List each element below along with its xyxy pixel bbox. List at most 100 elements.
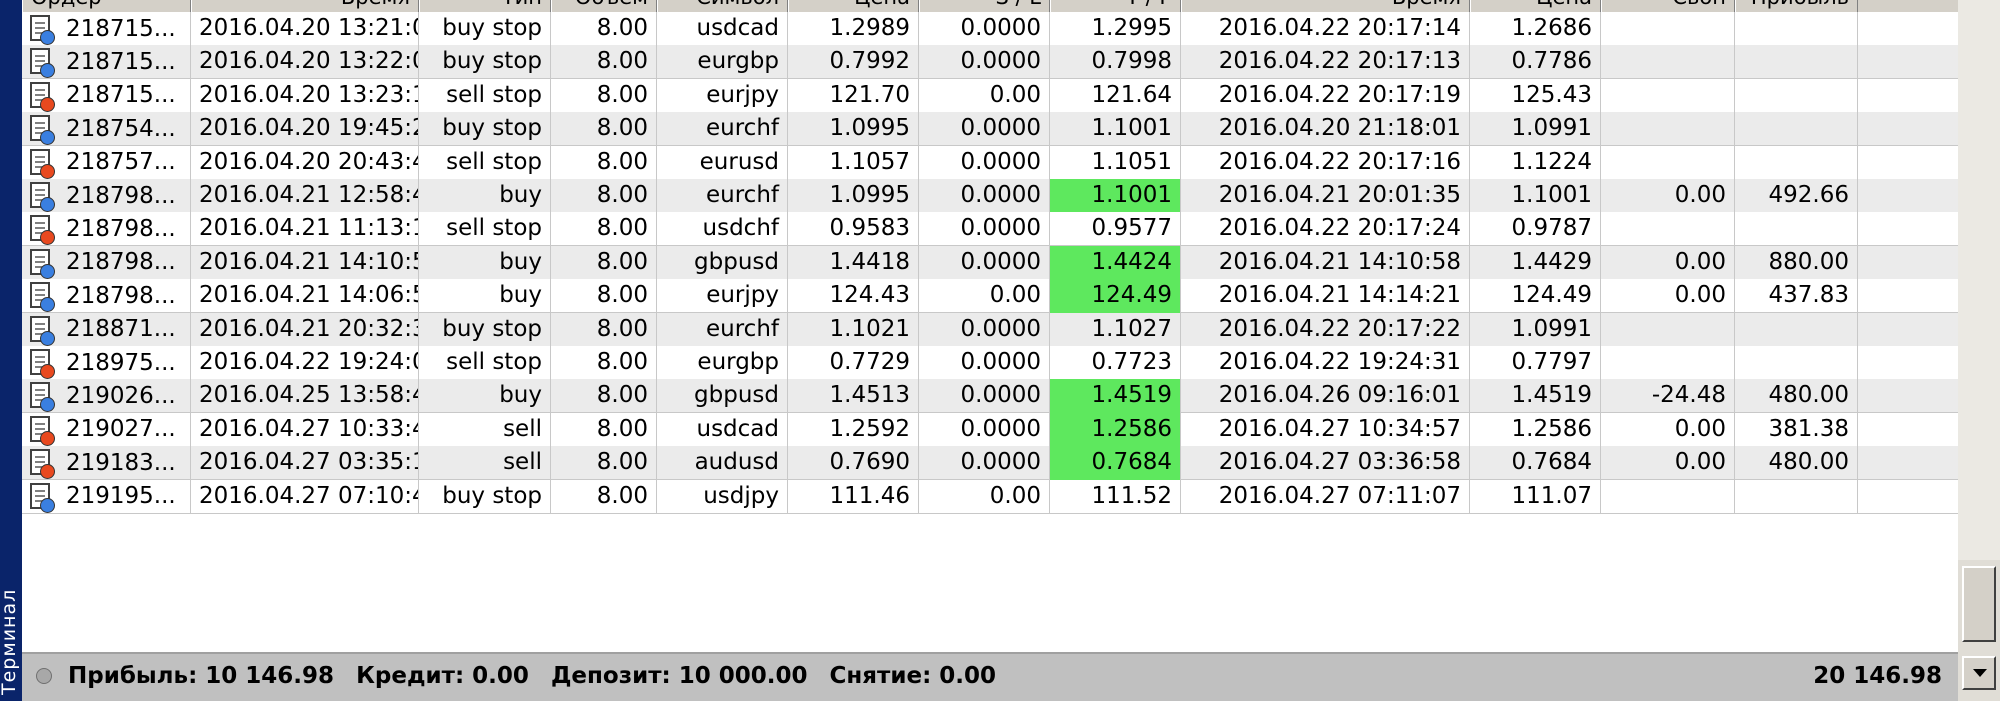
cell-open-time: 2016.04.20 20:43:46 (191, 145, 419, 180)
cell-close-price: 125.43 (1470, 78, 1601, 113)
table-row[interactable]: 219027... 2016.04.27 10:33:49 sell 8.00 usdc… (22, 412, 1958, 447)
cell-profit (1735, 212, 1858, 247)
cell-open-time: 2016.04.27 07:10:46 (191, 479, 419, 514)
cell-type: buy stop (419, 479, 551, 514)
cell-sl: 0.00 (919, 78, 1050, 113)
scroll-down-button[interactable] (1962, 656, 1996, 690)
scrollbar-thumb[interactable] (1962, 566, 1996, 642)
cell-order: 218715... (22, 12, 191, 46)
table-row[interactable]: 218754... 2016.04.20 19:45:26 buy stop 8.00… (22, 112, 1958, 147)
table-row[interactable]: 218757... 2016.04.20 20:43:46 sell stop 8.0… (22, 145, 1958, 180)
cell-swap: 0.00 (1601, 412, 1735, 447)
table-row[interactable]: 218975... 2016.04.22 19:24:03 sell stop 8.0… (22, 346, 1958, 380)
cell-symbol: audusd (657, 446, 788, 481)
cell-sl: 0.0000 (919, 312, 1050, 347)
cell-type: buy stop (419, 112, 551, 147)
cell-symbol: eurchf (657, 112, 788, 147)
cell-price: 1.4513 (788, 379, 919, 414)
cell-open-time: 2016.04.27 10:33:49 (191, 412, 419, 447)
column-header-profit[interactable]: Прибыль (1735, 0, 1858, 12)
order-sell-icon (28, 81, 56, 112)
cell-volume: 8.00 (551, 412, 657, 447)
terminal-side-tab-label: Терминал (0, 588, 20, 695)
summary-profit: Прибыль: 10 146.98 (68, 663, 335, 689)
cell-profit: 480.00 (1735, 446, 1858, 481)
cell-close-time: 2016.04.22 20:17:16 (1181, 145, 1470, 180)
table-row[interactable]: 218798... 2016.04.21 14:06:59 buy 8.00 eurjp… (22, 279, 1958, 314)
cell-order: 219027... (22, 412, 191, 447)
cell-symbol: eurjpy (657, 78, 788, 113)
cell-price: 1.4418 (788, 245, 919, 280)
cell-volume: 8.00 (551, 212, 657, 247)
cell-tp: 111.52 (1050, 479, 1181, 514)
cell-volume: 8.00 (551, 145, 657, 180)
cell-profit (1735, 346, 1858, 380)
cell-close-price: 124.49 (1470, 279, 1601, 314)
cell-type: buy (419, 379, 551, 414)
column-header-order[interactable]: Ордер (22, 0, 191, 12)
cell-open-time: 2016.04.22 19:24:03 (191, 346, 419, 380)
summary-withdrawal: Снятие: 0.00 (829, 663, 997, 689)
order-buy-icon (28, 248, 56, 279)
cell-swap (1601, 312, 1735, 347)
order-buy-icon (28, 114, 56, 146)
column-header-close-price[interactable]: Цена (1470, 0, 1601, 12)
table-row[interactable]: 218715... 2016.04.20 13:21:04 buy stop 8.00… (22, 12, 1958, 46)
cell-order: 218715... (22, 78, 191, 113)
order-number: 218798... (66, 215, 176, 242)
cell-profit (1735, 78, 1858, 113)
column-header-open-time[interactable]: Время (191, 0, 419, 12)
column-header-tp[interactable]: T / P (1050, 0, 1181, 12)
cell-type: buy stop (419, 312, 551, 347)
cell-sl: 0.0000 (919, 245, 1050, 280)
column-header-sl[interactable]: S / L (919, 0, 1050, 12)
column-header-volume[interactable]: Объём (551, 0, 657, 12)
cell-tp: 1.4519 (1050, 379, 1181, 414)
cell-open-time: 2016.04.21 11:13:13 (191, 212, 419, 247)
table-row[interactable]: 219183... 2016.04.27 03:35:15 sell 8.00 audu… (22, 446, 1958, 481)
order-number: 218975... (66, 349, 176, 376)
cell-volume: 8.00 (551, 446, 657, 481)
cell-type: buy stop (419, 45, 551, 80)
cell-price: 124.43 (788, 279, 919, 314)
cell-order: 218715... (22, 45, 191, 80)
cell-volume: 8.00 (551, 112, 657, 147)
column-header-swap[interactable]: Своп (1601, 0, 1735, 12)
cell-price: 1.1057 (788, 145, 919, 180)
order-number: 219183... (66, 449, 176, 476)
table-row[interactable]: 218798... 2016.04.21 11:13:13 sell stop 8.0… (22, 212, 1958, 247)
table-row[interactable]: 218715... 2016.04.20 13:22:01 buy stop 8.00… (22, 45, 1958, 80)
cell-order: 219195... (22, 479, 191, 514)
cell-close-time: 2016.04.22 19:24:31 (1181, 346, 1470, 380)
cell-close-price: 0.7684 (1470, 446, 1601, 481)
table-row[interactable]: 218871... 2016.04.21 20:32:31 buy stop 8.00… (22, 312, 1958, 347)
order-number: 218757... (66, 149, 176, 176)
cell-order: 218975... (22, 346, 191, 380)
cell-tp: 0.7684 (1050, 446, 1181, 481)
cell-symbol: usdchf (657, 212, 788, 247)
column-header-type[interactable]: Тип (419, 0, 551, 12)
cell-close-time: 2016.04.22 20:17:19 (1181, 78, 1470, 113)
cell-close-price: 0.7786 (1470, 45, 1601, 80)
column-header-symbol[interactable]: Символ (657, 0, 788, 12)
cell-profit: 437.83 (1735, 279, 1858, 314)
table-row[interactable]: 218715... 2016.04.20 13:23:16 sell stop 8.0… (22, 78, 1958, 113)
vertical-scrollbar[interactable] (1958, 0, 2000, 701)
table-row[interactable]: 219026... 2016.04.25 13:58:44 buy 8.00 gbpus… (22, 379, 1958, 414)
cell-open-time: 2016.04.21 14:06:59 (191, 279, 419, 314)
terminal-side-tab[interactable]: Терминал (0, 0, 22, 701)
table-row[interactable]: 219195... 2016.04.27 07:10:46 buy stop 8.00… (22, 479, 1958, 514)
cell-profit (1735, 112, 1858, 147)
cell-order: 218798... (22, 245, 191, 280)
order-buy-icon (28, 14, 56, 45)
cell-type: sell stop (419, 212, 551, 247)
scrollbar-track[interactable] (1958, 0, 2000, 560)
table-row[interactable]: 218798... 2016.04.21 12:58:46 buy 8.00 eurch… (22, 179, 1958, 213)
order-sell-icon (28, 448, 56, 480)
cell-swap (1601, 78, 1735, 113)
cell-volume: 8.00 (551, 179, 657, 213)
column-header-price[interactable]: Цена (788, 0, 919, 12)
table-row[interactable]: 218798... 2016.04.21 14:10:57 buy 8.00 gbpus… (22, 245, 1958, 280)
cell-profit (1735, 12, 1858, 46)
column-header-close-time[interactable]: Время (1181, 0, 1470, 12)
